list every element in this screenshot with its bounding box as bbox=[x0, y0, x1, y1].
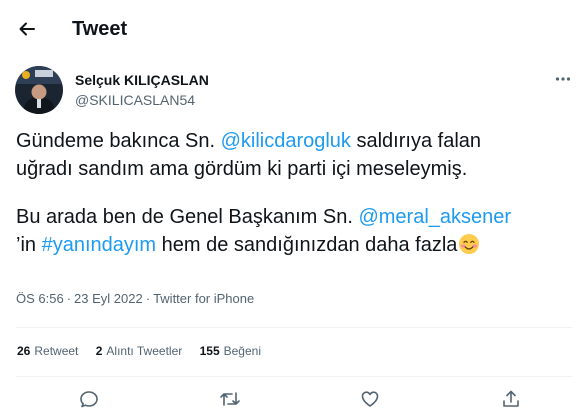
tweet-line: Gündeme bakınca Sn. @kilicdarogluk saldı… bbox=[16, 127, 576, 155]
like-button[interactable] bbox=[357, 386, 383, 412]
retweet-label: Retweet bbox=[34, 344, 79, 358]
tweet-line: ’in #yanındayım hem de sandığınızdan dah… bbox=[16, 231, 576, 259]
meta-separator: · bbox=[66, 291, 72, 306]
like-label: Beğeni bbox=[223, 344, 261, 358]
meta-separator: · bbox=[145, 291, 151, 306]
tweet-text-segment: uğradı sandım ama gördüm ki parti içi me… bbox=[16, 158, 468, 180]
engagement-stats: 26 Retweet 2 Alıntı Tweetler 155 Beğeni bbox=[17, 343, 275, 359]
author-handle[interactable]: @SKILICASLAN54 bbox=[75, 91, 195, 109]
tweet-text: Gündeme bakınca Sn. @kilicdarogluk saldı… bbox=[16, 127, 576, 259]
tweet-text-segment: hem de sandığınızdan daha fazla bbox=[156, 234, 458, 256]
quote-label: Alıntı Tweetler bbox=[106, 344, 183, 358]
share-button[interactable] bbox=[498, 386, 524, 412]
tweet-header: Tweet bbox=[0, 0, 588, 58]
hashtag-link[interactable]: #yanındayım bbox=[42, 234, 157, 256]
smiling-face-icon bbox=[459, 234, 480, 254]
arrow-left-icon bbox=[19, 22, 35, 36]
tweet-line: uğradı sandım ama gördüm ki parti içi me… bbox=[16, 155, 576, 183]
like-stat[interactable]: 155 Beğeni bbox=[200, 344, 261, 358]
like-icon bbox=[361, 391, 379, 407]
tweet-text-segment: ’in bbox=[16, 234, 42, 256]
tweet-line: Bu arada ben de Genel Başkanım Sn. @mera… bbox=[16, 203, 576, 231]
reply-button[interactable] bbox=[76, 386, 102, 412]
tweet-source[interactable]: Twitter for iPhone bbox=[153, 291, 254, 306]
quote-count: 2 bbox=[95, 344, 103, 358]
retweet-count: 26 bbox=[17, 344, 31, 358]
quote-stat[interactable]: 2 Alıntı Tweetler bbox=[96, 344, 183, 358]
retweet-button[interactable] bbox=[217, 386, 243, 412]
reply-icon bbox=[80, 391, 98, 408]
more-options-button[interactable] bbox=[552, 68, 574, 90]
divider bbox=[16, 376, 572, 377]
tweet-date[interactable]: 23 Eyl 2022 bbox=[74, 291, 143, 306]
tweet-time[interactable]: ÖS 6:56 bbox=[16, 291, 64, 306]
action-bar bbox=[0, 382, 588, 416]
tweet-text-segment: Bu arada ben de Genel Başkanım Sn. bbox=[16, 206, 359, 228]
tweet-text-segment: Gündeme bakınca Sn. bbox=[16, 130, 221, 152]
tweet-text-segment: saldırıya falan bbox=[350, 130, 482, 152]
more-horizontal-icon bbox=[555, 77, 571, 81]
author-name[interactable]: Selçuk KILIÇASLAN bbox=[75, 71, 209, 89]
divider bbox=[16, 327, 572, 328]
like-count: 155 bbox=[199, 344, 220, 358]
page-title: Tweet bbox=[72, 18, 128, 40]
avatar[interactable] bbox=[15, 66, 63, 114]
mention-link[interactable]: @meral_aksener bbox=[358, 206, 511, 228]
share-icon bbox=[503, 390, 519, 407]
back-button[interactable] bbox=[12, 14, 42, 44]
retweet-icon bbox=[220, 392, 240, 406]
retweet-stat[interactable]: 26 Retweet bbox=[17, 344, 78, 358]
tweet-meta: ÖS 6:56 · 23 Eyl 2022 · Twitter for iPhone bbox=[16, 290, 254, 308]
mention-link[interactable]: @kilicdarogluk bbox=[221, 130, 351, 152]
